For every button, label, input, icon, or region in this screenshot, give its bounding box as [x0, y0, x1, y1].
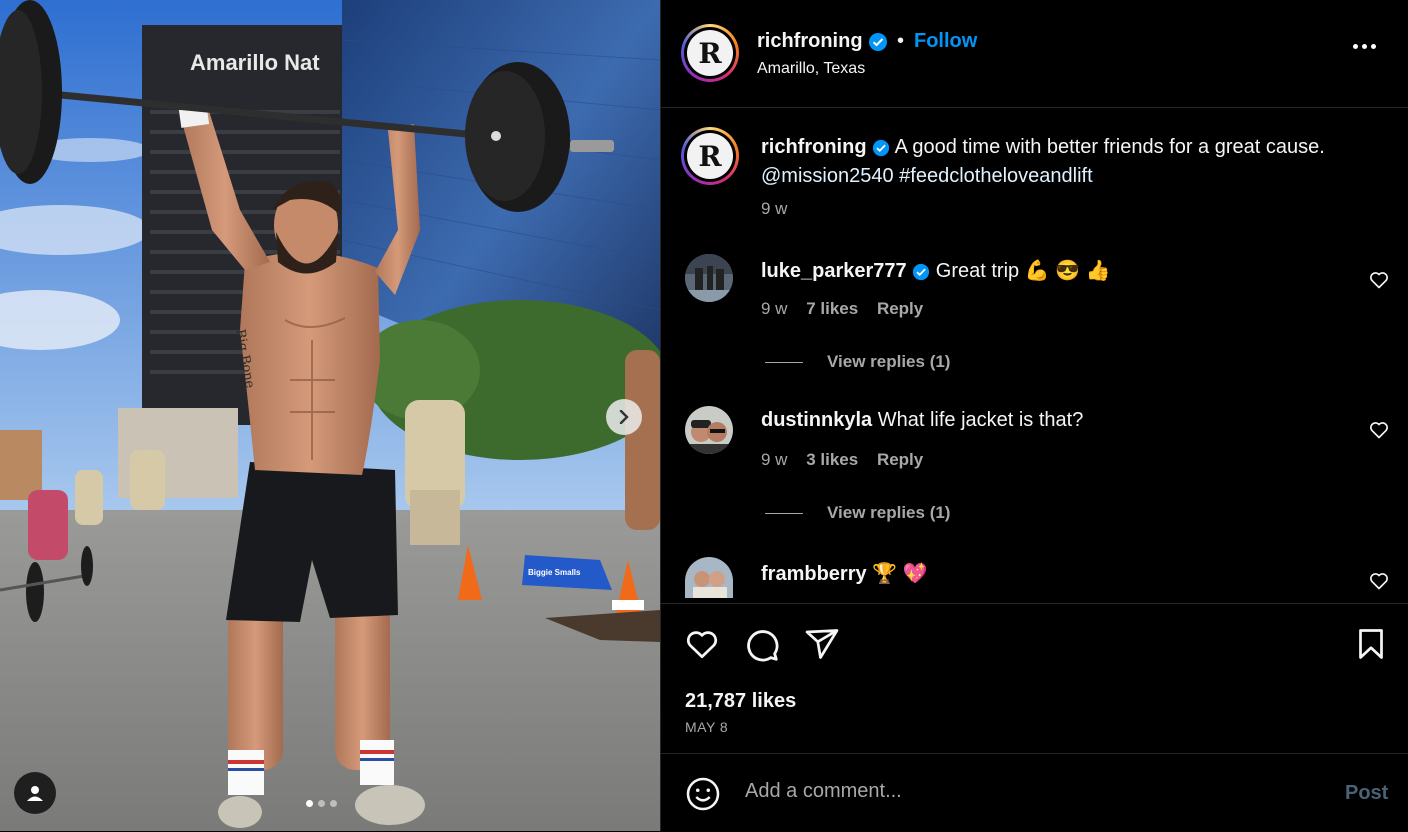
comment-time[interactable]: 9 w: [761, 450, 787, 469]
comment-input[interactable]: Add a comment...: [745, 780, 902, 803]
chevron-right-icon: [619, 410, 629, 424]
separator-dot: •: [897, 30, 905, 52]
caption-username[interactable]: richfroning: [761, 136, 867, 158]
more-options-icon[interactable]: [1353, 44, 1376, 49]
verified-badge-icon: [873, 139, 890, 156]
comment-meta: 9 w 3 likes Reply: [761, 450, 923, 470]
avatar-logo: R: [687, 30, 733, 76]
comment-likes[interactable]: 3 likes: [806, 450, 858, 469]
caption-time[interactable]: 9 w: [761, 199, 787, 219]
comment-username[interactable]: dustinnkyla: [761, 409, 872, 431]
photo-scene: Amarillo Nat Biggie Smalls Big Bone: [0, 0, 660, 831]
tagged-users-button[interactable]: [14, 772, 56, 814]
carousel-dot: [330, 800, 337, 807]
comment-text: Great trip 💪 😎 👍: [935, 260, 1111, 282]
comment-body: frambberry 🏆 💖: [761, 561, 928, 586]
commenter-avatar[interactable]: [685, 406, 733, 454]
emoji-icon[interactable]: [685, 776, 721, 812]
comment-username[interactable]: frambberry: [761, 563, 867, 585]
comment-text: What life jacket is that?: [877, 409, 1084, 431]
reply-button[interactable]: Reply: [877, 450, 923, 469]
verified-badge-icon: [869, 32, 888, 51]
username-text: richfroning: [757, 30, 863, 52]
commenter-avatar[interactable]: [685, 254, 733, 302]
comment-likes[interactable]: 7 likes: [806, 299, 858, 318]
like-comment-icon[interactable]: [1369, 270, 1389, 290]
carousel-indicator: [306, 800, 337, 807]
reply-button[interactable]: Reply: [877, 299, 923, 318]
add-comment-bar: Add a comment... Post: [661, 753, 1408, 832]
user-icon: [27, 786, 43, 801]
avatar-logo: R: [687, 133, 733, 179]
view-replies-button[interactable]: View replies (1): [765, 503, 950, 523]
carousel-dot: [318, 800, 325, 807]
caption-tags[interactable]: @mission2540 #feedclotheloveandlift: [761, 165, 1093, 187]
share-icon[interactable]: [804, 626, 840, 662]
commenter-avatar[interactable]: [685, 557, 733, 598]
heart-icon[interactable]: [683, 626, 721, 662]
likes-count[interactable]: 21,787 likes: [685, 690, 796, 713]
post-caption: richfroning A good time with better frie…: [761, 133, 1381, 191]
carousel-dot: [306, 800, 313, 807]
view-replies-label: View replies (1): [827, 352, 951, 371]
post-header: R richfroning • Follow Amarillo, Texas: [661, 0, 1408, 108]
barrier-sign: Biggie Smalls: [528, 568, 581, 577]
caption-text: A good time with better friends for a gr…: [894, 136, 1325, 158]
avatar-photo: [685, 557, 733, 598]
view-replies-label: View replies (1): [827, 503, 951, 522]
comment-time[interactable]: 9 w: [761, 299, 787, 318]
avatar-photo: [685, 254, 733, 302]
like-comment-icon[interactable]: [1369, 571, 1389, 591]
post-details-panel: R richfroning • Follow Amarillo, Texas R…: [660, 0, 1408, 831]
comment-icon[interactable]: [743, 626, 781, 664]
bookmark-icon[interactable]: [1353, 626, 1389, 662]
comment-text: 🏆 💖: [872, 563, 928, 585]
author-avatar[interactable]: R: [681, 24, 739, 82]
author-username[interactable]: richfroning: [757, 30, 888, 53]
comment-body: luke_parker777 Great trip 💪 😎 👍: [761, 258, 1111, 283]
view-replies-button[interactable]: View replies (1): [765, 352, 950, 372]
comment-body: dustinnkyla What life jacket is that?: [761, 409, 1083, 432]
avatar-photo: [685, 406, 733, 454]
caption-author-avatar[interactable]: R: [681, 127, 739, 185]
like-comment-icon[interactable]: [1369, 420, 1389, 440]
post-date[interactable]: MAY 8: [685, 719, 728, 735]
post-image[interactable]: Amarillo Nat Biggie Smalls Big Bone: [0, 0, 660, 831]
next-image-button[interactable]: [606, 399, 642, 435]
follow-button[interactable]: Follow: [914, 30, 977, 53]
comment-username[interactable]: luke_parker777: [761, 260, 907, 282]
comment-meta: 9 w 7 likes Reply: [761, 299, 923, 319]
verified-badge-icon: [913, 263, 930, 280]
post-actions: 21,787 likes MAY 8: [661, 603, 1408, 754]
building-sign: Amarillo Nat: [190, 50, 320, 75]
post-location[interactable]: Amarillo, Texas: [757, 60, 865, 78]
post-comment-button[interactable]: Post: [1345, 782, 1388, 805]
